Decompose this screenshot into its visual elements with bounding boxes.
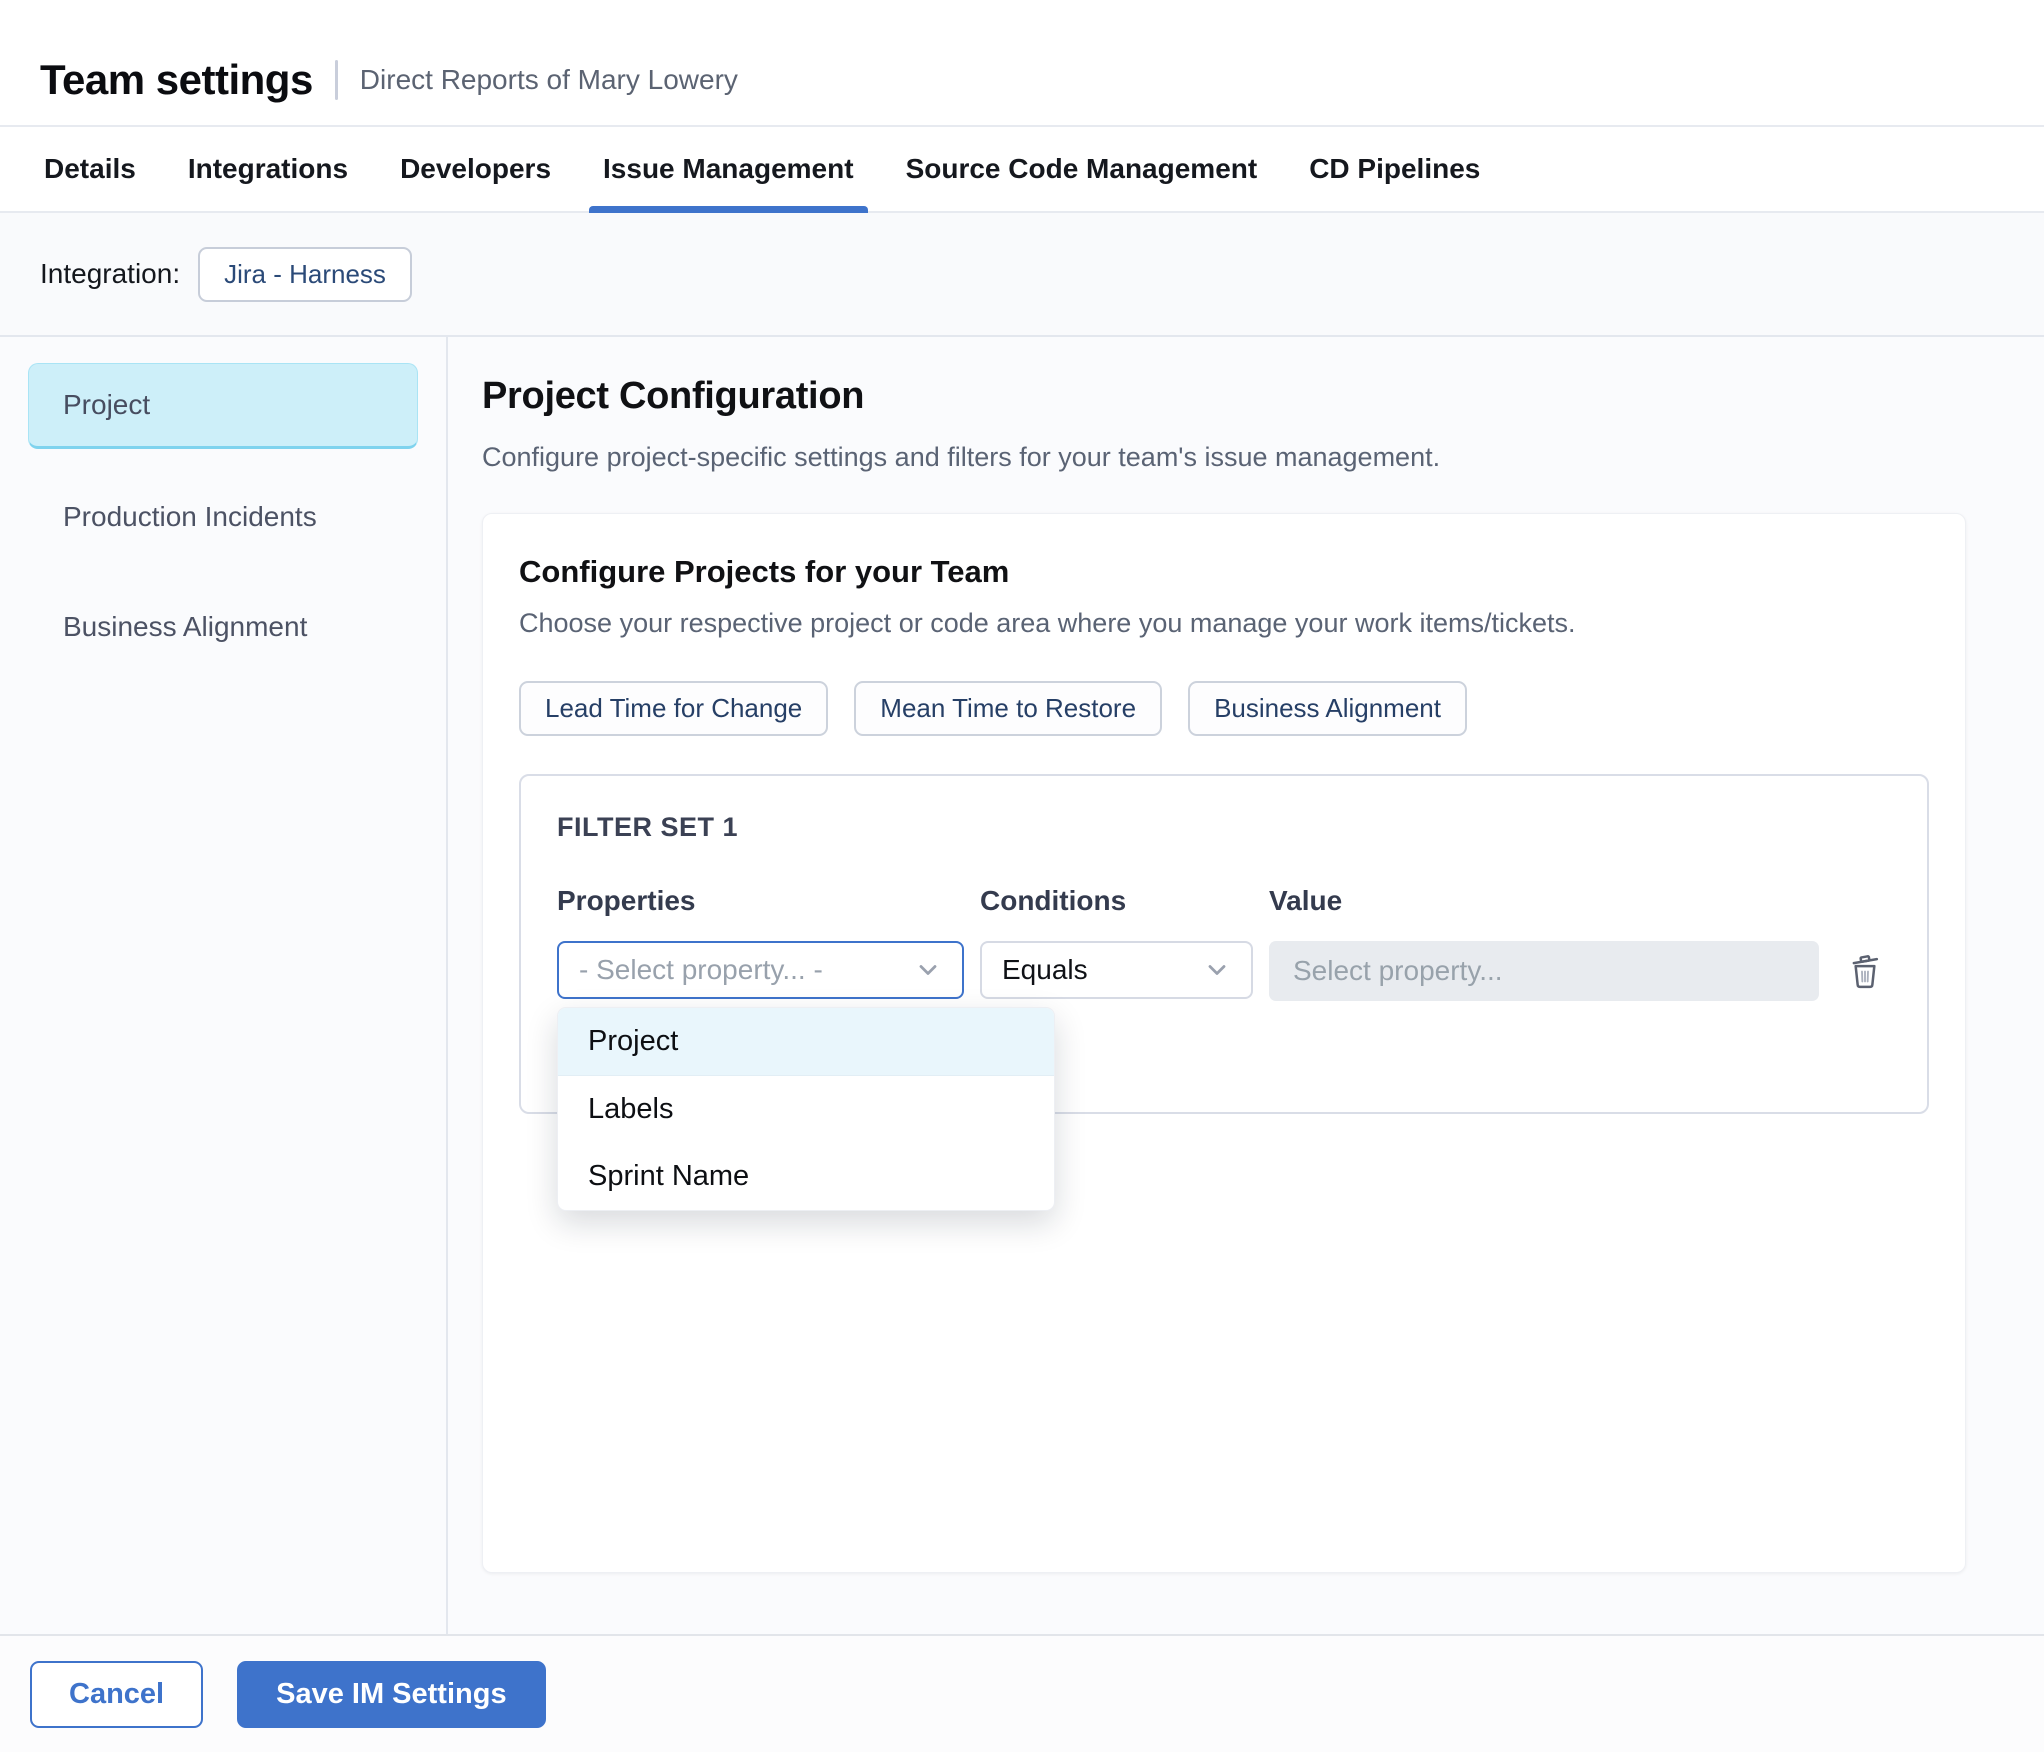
filter-column-labels: Properties Conditions Value: [557, 885, 1891, 941]
sidebar-item-production-incidents[interactable]: Production Incidents: [28, 475, 418, 559]
dropdown-option-project[interactable]: Project: [558, 1008, 1054, 1076]
page-title: Team settings: [40, 55, 313, 103]
chevron-down-icon: [1208, 965, 1226, 975]
conditions-select-value: Equals: [1002, 954, 1088, 985]
chip-business-alignment[interactable]: Business Alignment: [1188, 681, 1467, 736]
title-separator: [334, 59, 338, 100]
tab-cd-pipelines[interactable]: CD Pipelines: [1309, 127, 1480, 211]
dropdown-option-sprint-name[interactable]: Sprint Name: [558, 1143, 1054, 1210]
conditions-column-label: Conditions: [980, 885, 1127, 916]
value-input[interactable]: [1269, 941, 1819, 1001]
issue-management-sidebar: Project Production Incidents Business Al…: [0, 337, 448, 1634]
properties-select-placeholder: - Select property... -: [579, 954, 823, 985]
tab-source-code-management[interactable]: Source Code Management: [906, 127, 1258, 211]
chip-lead-time-for-change[interactable]: Lead Time for Change: [519, 681, 829, 736]
section-title: Project Configuration: [482, 375, 865, 417]
main-panel: Project Configuration Configure project-…: [448, 337, 2044, 1634]
delete-filter-button[interactable]: [1839, 943, 1891, 1000]
properties-column-label: Properties: [557, 885, 696, 916]
card-subtitle: Choose your respective project or code a…: [519, 608, 1576, 638]
footer-action-bar: Cancel Save IM Settings: [0, 1634, 2044, 1752]
settings-tabbar: Details Integrations Developers Issue Ma…: [0, 125, 2044, 213]
chevron-down-icon: [919, 965, 937, 975]
tab-integrations[interactable]: Integrations: [188, 127, 348, 211]
integration-chip-jira-harness[interactable]: Jira - Harness: [198, 246, 412, 302]
sidebar-item-project[interactable]: Project: [28, 363, 418, 449]
integration-row: Integration: Jira - Harness: [0, 213, 2044, 337]
metric-chips: Lead Time for Change Mean Time to Restor…: [519, 681, 1929, 736]
properties-select-wrapper: - Select property... - Project Labels Sp…: [557, 941, 1055, 1211]
team-name-subtitle: Direct Reports of Mary Lowery: [359, 63, 738, 95]
value-input-wrapper: [1269, 941, 1819, 1001]
team-settings-page: Team settings Direct Reports of Mary Low…: [0, 0, 2044, 1752]
dropdown-option-labels[interactable]: Labels: [558, 1076, 1054, 1143]
conditions-select-wrapper: Equals: [980, 941, 1253, 999]
configure-projects-card: Configure Projects for your Team Choose …: [482, 513, 1966, 1573]
trash-icon: [1852, 954, 1879, 988]
chip-mean-time-to-restore[interactable]: Mean Time to Restore: [854, 681, 1163, 736]
page-header: Team settings Direct Reports of Mary Low…: [0, 0, 2044, 125]
cancel-button[interactable]: Cancel: [30, 1660, 204, 1728]
content-body: Project Production Incidents Business Al…: [0, 337, 2044, 1634]
sidebar-item-business-alignment[interactable]: Business Alignment: [28, 585, 418, 669]
tab-issue-management[interactable]: Issue Management: [589, 127, 868, 213]
integration-label: Integration:: [40, 258, 181, 289]
properties-dropdown: Project Labels Sprint Name: [557, 1007, 1055, 1211]
properties-select[interactable]: - Select property... -: [557, 941, 964, 999]
tab-developers[interactable]: Developers: [400, 127, 551, 211]
filter-set-1: FILTER SET 1 Properties Conditions Value…: [519, 774, 1929, 1211]
filter-controls-row: - Select property... - Project Labels Sp…: [557, 941, 1891, 1211]
tab-details[interactable]: Details: [44, 127, 136, 211]
section-subtitle: Configure project-specific settings and …: [482, 442, 1441, 472]
card-title: Configure Projects for your Team: [519, 554, 1010, 589]
value-column-label: Value: [1269, 885, 1343, 916]
conditions-select[interactable]: Equals: [980, 941, 1253, 999]
filter-set-title: FILTER SET 1: [557, 812, 739, 842]
save-im-settings-button[interactable]: Save IM Settings: [237, 1660, 546, 1728]
